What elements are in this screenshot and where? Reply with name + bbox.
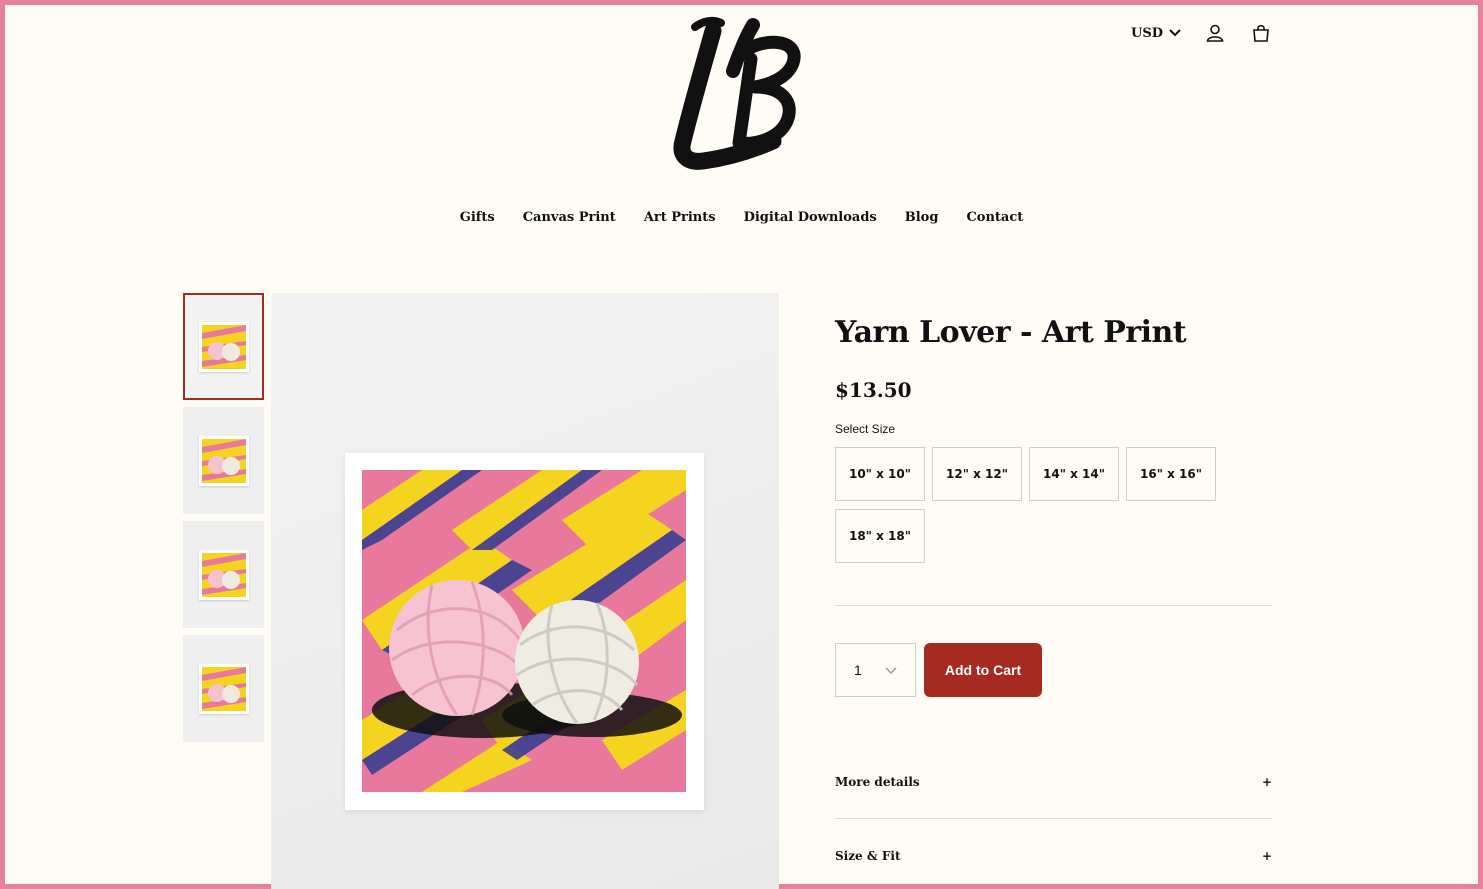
product-thumbnail[interactable] — [183, 521, 264, 628]
header-utilities: USD — [1131, 21, 1273, 45]
nav-item-contact[interactable]: Contact — [966, 210, 1023, 225]
size-option-16x16[interactable]: 16" x 16" — [1126, 447, 1216, 501]
add-to-cart-button[interactable]: Add to Cart — [924, 643, 1042, 697]
quantity-value: 1 — [854, 662, 862, 678]
plus-icon: + — [1261, 849, 1272, 863]
divider — [835, 605, 1272, 606]
accordion-label: Size & Fit — [835, 849, 901, 863]
size-label: Select Size — [835, 422, 896, 436]
nav-item-blog[interactable]: Blog — [905, 210, 939, 225]
size-options: 10" x 10" 12" x 12" 14" x 14" 16" x 16" … — [835, 447, 1255, 563]
art-print-frame — [345, 453, 704, 810]
currency-selector[interactable]: USD — [1131, 26, 1181, 41]
chevron-down-icon — [885, 662, 897, 678]
product-thumbnail[interactable] — [183, 293, 264, 400]
size-option-10x10[interactable]: 10" x 10" — [835, 447, 925, 501]
product-price: $13.50 — [835, 378, 912, 402]
divider — [835, 818, 1272, 819]
size-option-14x14[interactable]: 14" x 14" — [1029, 447, 1119, 501]
quantity-select[interactable]: 1 — [835, 643, 916, 697]
size-option-12x12[interactable]: 12" x 12" — [932, 447, 1022, 501]
plus-icon: + — [1261, 775, 1272, 789]
nav-item-gifts[interactable]: Gifts — [460, 210, 495, 225]
product-thumbnails — [183, 293, 265, 749]
brand-logo[interactable] — [655, 13, 805, 173]
accordion-label: More details — [835, 775, 920, 789]
thumbnail-image — [198, 663, 249, 714]
size-option-18x18[interactable]: 18" x 18" — [835, 509, 925, 563]
nav-item-art-prints[interactable]: Art Prints — [644, 210, 716, 225]
nav-item-digital-downloads[interactable]: Digital Downloads — [744, 210, 877, 225]
product-main-image[interactable] — [271, 293, 779, 889]
cart-row: 1 Add to Cart — [835, 643, 1272, 697]
product-thumbnail[interactable] — [183, 635, 264, 742]
main-nav: Gifts Canvas Print Art Prints Digital Do… — [5, 210, 1478, 225]
yarn-painting — [362, 470, 686, 792]
account-icon[interactable] — [1203, 21, 1227, 45]
product-title: Yarn Lover - Art Print — [835, 315, 1187, 350]
accordion-size-fit[interactable]: Size & Fit + — [835, 849, 1272, 863]
thumbnail-image — [198, 549, 249, 600]
thumbnail-image — [198, 435, 249, 486]
product-info: Yarn Lover - Art Print $13.50 Select Siz… — [835, 315, 1272, 863]
cart-icon[interactable] — [1249, 21, 1273, 45]
nav-item-canvas-print[interactable]: Canvas Print — [523, 210, 616, 225]
product-thumbnail[interactable] — [183, 407, 264, 514]
thumbnail-image — [198, 321, 249, 372]
accordion-more-details[interactable]: More details + — [835, 775, 1272, 789]
currency-label: USD — [1131, 25, 1163, 41]
chevron-down-icon — [1169, 26, 1181, 41]
